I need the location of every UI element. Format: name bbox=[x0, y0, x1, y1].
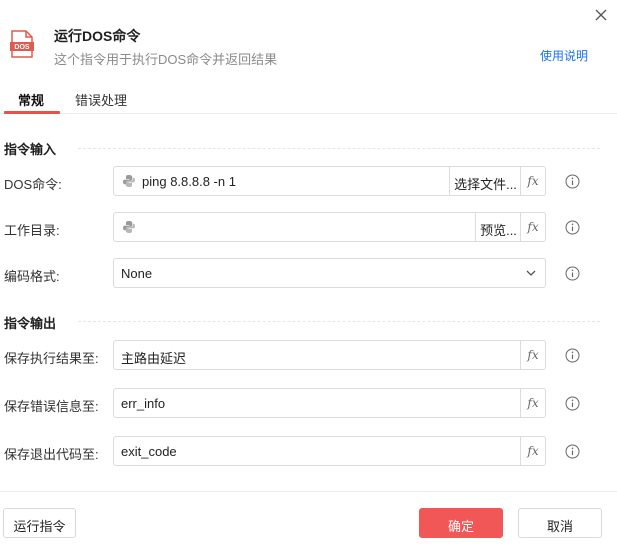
info-icon[interactable] bbox=[565, 348, 580, 363]
save-error-fx-button[interactable]: fx bbox=[520, 389, 545, 417]
encoding-label: 编码格式: bbox=[4, 269, 60, 284]
save-exit-code-label: 保存退出代码至: bbox=[4, 447, 99, 462]
close-button[interactable] bbox=[592, 6, 610, 24]
save-result-label: 保存执行结果至: bbox=[4, 351, 99, 366]
run-command-button[interactable]: 运行指令 bbox=[3, 508, 76, 538]
info-icon[interactable] bbox=[565, 444, 580, 459]
dos-icon-text: DOS bbox=[14, 44, 30, 51]
tab-error-handling[interactable]: 错误处理 bbox=[75, 90, 127, 109]
encoding-select[interactable]: None bbox=[113, 258, 546, 288]
dos-command-fx-button[interactable]: fx bbox=[520, 167, 545, 195]
active-tab-indicator bbox=[4, 111, 60, 114]
help-link[interactable]: 使用说明 bbox=[540, 47, 588, 64]
save-exit-code-field: exit_code fx bbox=[113, 436, 546, 466]
choose-file-button[interactable]: 选择文件... bbox=[449, 167, 521, 195]
tab-bar: 常规 错误处理 bbox=[0, 84, 617, 114]
info-icon[interactable] bbox=[565, 174, 580, 189]
section-divider bbox=[78, 148, 600, 149]
dos-file-icon: DOS bbox=[10, 30, 34, 58]
save-exit-code-fx-button[interactable]: fx bbox=[520, 437, 545, 465]
dos-command-input[interactable]: ping 8.8.8.8 -n 1 bbox=[142, 174, 236, 189]
save-result-fx-button[interactable]: fx bbox=[520, 341, 545, 369]
python-icon bbox=[123, 175, 135, 187]
section-output-title: 指令输出 bbox=[4, 316, 57, 331]
work-dir-fx-button[interactable]: fx bbox=[520, 213, 545, 241]
close-icon bbox=[595, 9, 607, 21]
work-dir-label: 工作目录: bbox=[4, 223, 60, 238]
python-icon bbox=[123, 221, 135, 233]
cancel-button[interactable]: 取消 bbox=[518, 508, 602, 538]
confirm-button[interactable]: 确定 bbox=[419, 508, 503, 538]
section-divider bbox=[78, 321, 600, 322]
info-icon[interactable] bbox=[565, 220, 580, 235]
footer-divider bbox=[0, 491, 617, 492]
save-error-field: err_info fx bbox=[113, 388, 546, 418]
dialog-title: 运行DOS命令 bbox=[54, 28, 141, 44]
save-error-label: 保存错误信息至: bbox=[4, 399, 99, 414]
save-result-input[interactable]: 主路由延迟 bbox=[121, 348, 186, 367]
tab-general[interactable]: 常规 bbox=[18, 90, 44, 109]
info-icon[interactable] bbox=[565, 396, 580, 411]
info-icon[interactable] bbox=[565, 266, 580, 281]
save-result-field: 主路由延迟 fx bbox=[113, 340, 546, 370]
dialog-subtitle: 这个指令用于执行DOS命令并返回结果 bbox=[54, 52, 278, 67]
save-exit-code-input[interactable]: exit_code bbox=[121, 444, 177, 459]
preview-button[interactable]: 预览... bbox=[475, 213, 521, 241]
section-input-title: 指令输入 bbox=[4, 142, 57, 157]
save-error-input[interactable]: err_info bbox=[121, 396, 165, 411]
encoding-selected-value: None bbox=[121, 266, 153, 281]
chevron-down-icon bbox=[526, 270, 536, 276]
dos-command-label: DOS命令: bbox=[4, 177, 62, 192]
dos-command-field: ping 8.8.8.8 -n 1 选择文件... fx bbox=[113, 166, 546, 196]
work-dir-field: 预览... fx bbox=[113, 212, 546, 242]
